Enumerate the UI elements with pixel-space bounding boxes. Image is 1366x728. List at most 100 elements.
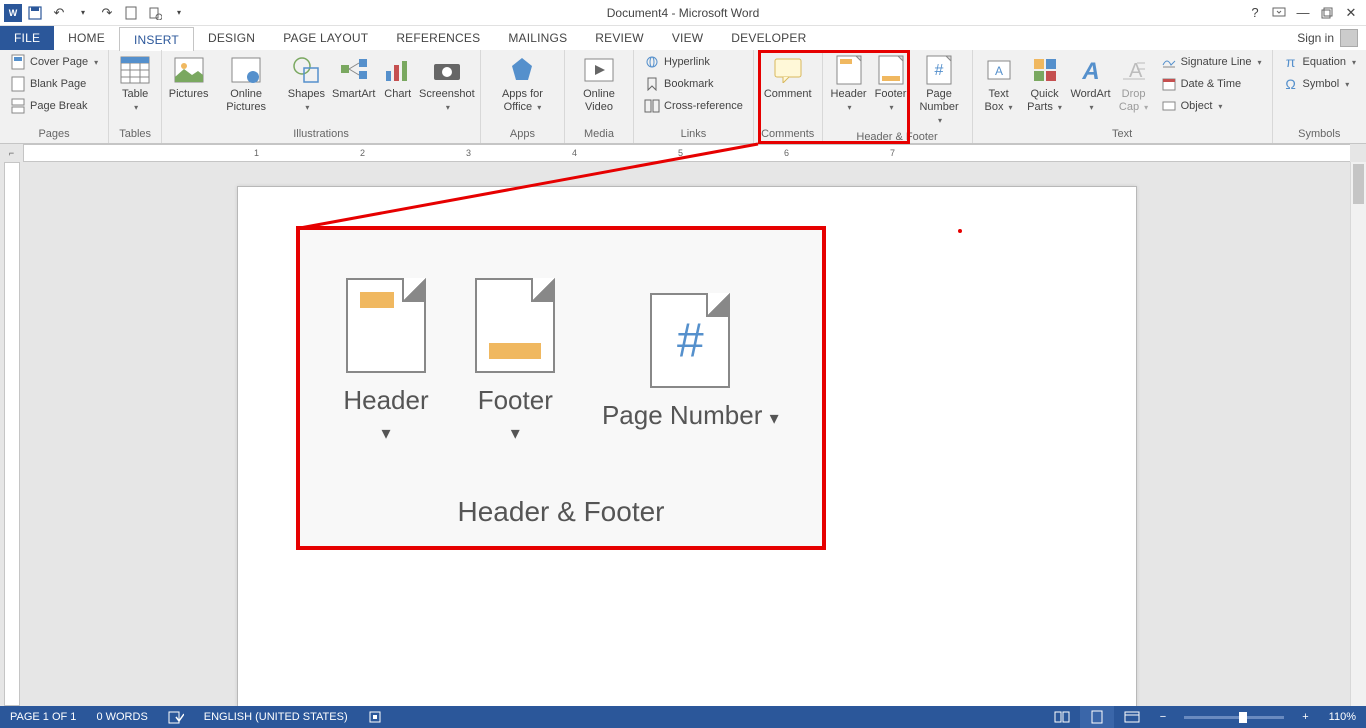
object-button[interactable]: Object ▾ — [1157, 96, 1266, 116]
tab-home[interactable]: HOME — [54, 26, 119, 50]
shapes-button[interactable]: Shapes ▾ — [283, 52, 330, 116]
ruler-vertical[interactable] — [4, 162, 20, 706]
ruler-horizontal-area: ⌐ 1 2 3 4 5 6 7 — [0, 144, 1366, 162]
tab-insert[interactable]: INSERT — [119, 27, 194, 51]
pictures-button[interactable]: Pictures — [168, 52, 209, 103]
status-macro-icon[interactable] — [358, 706, 392, 728]
save-icon[interactable] — [24, 2, 46, 24]
cover-page-icon — [10, 54, 26, 70]
equation-button[interactable]: πEquation ▾ — [1279, 52, 1360, 72]
online-pictures-button[interactable]: Online Pictures — [211, 52, 281, 116]
tab-developer[interactable]: DEVELOPER — [717, 26, 820, 50]
table-button[interactable]: Table▾ — [115, 52, 155, 116]
view-web-icon[interactable] — [1114, 706, 1150, 728]
hyperlink-button[interactable]: Hyperlink — [640, 52, 747, 72]
sign-in[interactable]: Sign in — [1289, 26, 1366, 50]
header-button[interactable]: Header▾ — [829, 52, 869, 116]
scroll-thumb[interactable] — [1353, 164, 1364, 204]
status-proofing-icon[interactable] — [158, 706, 194, 728]
chart-button[interactable]: Chart — [378, 52, 418, 103]
bookmark-button[interactable]: Bookmark — [640, 74, 747, 94]
wordart-button[interactable]: AWordArt▾ — [1071, 52, 1111, 116]
group-media: Online Video Media — [565, 50, 634, 143]
apps-office-button[interactable]: Apps for Office ▾ — [487, 52, 558, 116]
cover-page-button[interactable]: Cover Page▾ — [6, 52, 102, 72]
help-icon[interactable]: ? — [1244, 2, 1266, 24]
zoom-level[interactable]: 110% — [1319, 706, 1366, 728]
qat-customize-icon[interactable]: ▾ — [168, 2, 190, 24]
online-video-button[interactable]: Online Video — [571, 52, 627, 116]
undo-icon[interactable]: ↶ — [48, 2, 70, 24]
apps-icon — [506, 54, 538, 86]
chevron-down-icon: ▾ — [446, 103, 450, 112]
restore-icon[interactable] — [1316, 2, 1338, 24]
status-page[interactable]: PAGE 1 OF 1 — [0, 706, 86, 728]
signature-line-button[interactable]: Signature Line ▾ — [1157, 52, 1266, 72]
smartart-icon — [338, 54, 370, 86]
tab-references[interactable]: REFERENCES — [382, 26, 494, 50]
callout-pagenum-icon: # — [650, 293, 730, 388]
chevron-down-icon: ▾ — [938, 116, 942, 125]
smartart-button[interactable]: SmartArt — [332, 52, 376, 103]
blank-page-icon — [10, 76, 26, 92]
tab-review[interactable]: REVIEW — [581, 26, 658, 50]
tab-view[interactable]: VIEW — [658, 26, 717, 50]
new-doc-icon[interactable] — [120, 2, 142, 24]
ruler-horizontal[interactable]: 1 2 3 4 5 6 7 — [24, 144, 1350, 162]
callout-header-icon — [346, 278, 426, 373]
redo-icon[interactable]: ↷ — [96, 2, 118, 24]
quick-parts-button[interactable]: Quick Parts ▾ — [1021, 52, 1069, 116]
footer-icon — [875, 54, 907, 86]
tab-page-layout[interactable]: PAGE LAYOUT — [269, 26, 382, 50]
scrollbar-vertical[interactable] — [1350, 162, 1366, 706]
annotation-callout: Header▾ Footer▾ # Page Number ▾ Header &… — [296, 226, 826, 550]
tab-mailings[interactable]: MAILINGS — [494, 26, 581, 50]
tab-design[interactable]: DESIGN — [194, 26, 269, 50]
wordart-icon: A — [1075, 54, 1107, 86]
group-text-label: Text — [979, 126, 1266, 143]
chevron-down-icon: ▾ — [537, 103, 541, 112]
blank-page-button[interactable]: Blank Page — [6, 74, 102, 94]
sign-in-label: Sign in — [1297, 31, 1334, 45]
comment-button[interactable]: Comment — [760, 52, 816, 103]
callout-group-label: Header & Footer — [300, 486, 822, 546]
chevron-down-icon: ▾ — [1058, 103, 1062, 112]
zoom-in-icon[interactable]: + — [1292, 706, 1318, 728]
ribbon-options-icon[interactable] — [1268, 2, 1290, 24]
page-number-button[interactable]: #Page Number ▾ — [913, 52, 966, 129]
crossref-icon — [644, 98, 660, 114]
screenshot-button[interactable]: Screenshot▾ — [420, 52, 474, 116]
minimize-icon[interactable]: — — [1292, 2, 1314, 24]
undo-dropdown-icon[interactable]: ▾ — [72, 2, 94, 24]
page-break-button[interactable]: Page Break — [6, 96, 102, 116]
svg-text:A: A — [1081, 58, 1099, 83]
chevron-down-icon: ▾ — [94, 58, 98, 67]
zoom-slider[interactable] — [1184, 716, 1284, 719]
quickparts-icon — [1029, 54, 1061, 86]
text-box-button[interactable]: AText Box ▾ — [979, 52, 1019, 116]
callout-header-item: Header▾ — [343, 278, 428, 448]
tab-file[interactable]: FILE — [0, 26, 54, 50]
close-icon[interactable]: ✕ — [1340, 2, 1362, 24]
header-icon — [833, 54, 865, 86]
view-read-icon[interactable] — [1044, 706, 1080, 728]
chevron-down-icon: ▾ — [890, 103, 894, 112]
chevron-down-icon: ▾ — [134, 103, 138, 112]
group-links-label: Links — [640, 126, 747, 143]
drop-cap-button[interactable]: ADrop Cap ▾ — [1113, 52, 1155, 116]
symbol-button[interactable]: ΩSymbol ▾ — [1279, 74, 1360, 94]
zoom-slider-thumb[interactable] — [1239, 712, 1247, 723]
print-preview-icon[interactable] — [144, 2, 166, 24]
view-print-icon[interactable] — [1080, 706, 1114, 728]
zoom-out-icon[interactable]: − — [1150, 706, 1176, 728]
callout-footer-icon — [475, 278, 555, 373]
word-app-icon: W — [4, 4, 22, 22]
date-time-button[interactable]: Date & Time — [1157, 74, 1266, 94]
status-language[interactable]: ENGLISH (UNITED STATES) — [194, 706, 358, 728]
equation-icon: π — [1283, 54, 1299, 70]
footer-button[interactable]: Footer▾ — [871, 52, 911, 116]
status-words[interactable]: 0 WORDS — [86, 706, 157, 728]
cross-reference-button[interactable]: Cross-reference — [640, 96, 747, 116]
group-apps: Apps for Office ▾ Apps — [481, 50, 565, 143]
page-break-icon — [10, 98, 26, 114]
